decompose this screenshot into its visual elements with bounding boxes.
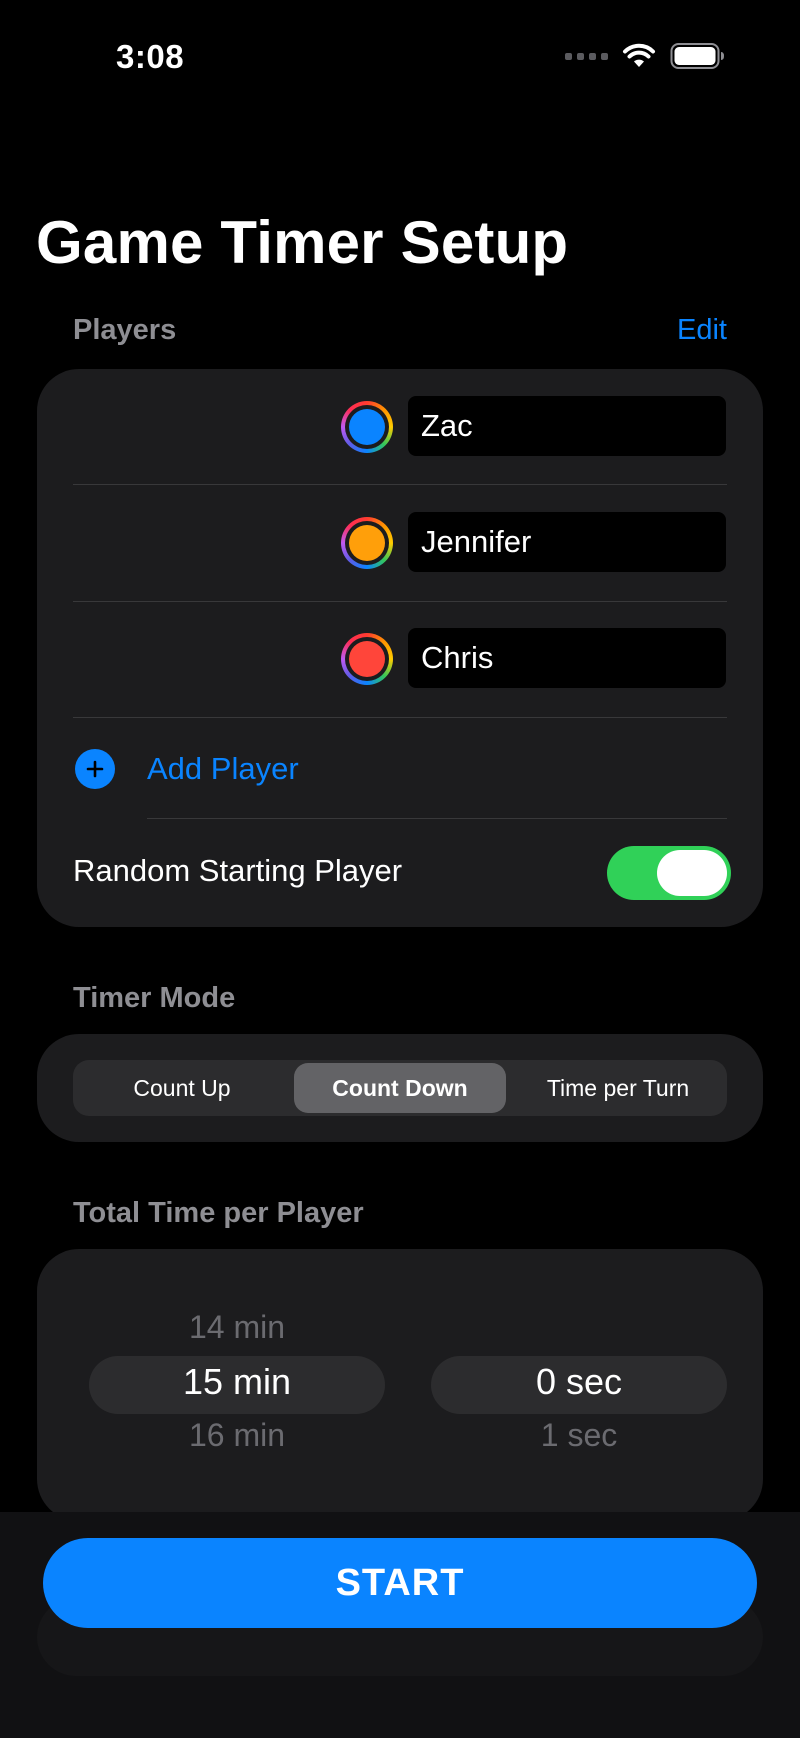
total-time-section-header: Total Time per Player	[73, 1197, 364, 1229]
player-color-dot	[349, 641, 385, 677]
timer-mode-card: Count Up Count Down Time per Turn	[37, 1034, 763, 1142]
player-name-field[interactable]	[408, 512, 726, 572]
signal-dots-icon	[565, 52, 608, 60]
picker-item[interactable]: 14 min	[89, 1309, 385, 1346]
timer-mode-segmented-control: Count Up Count Down Time per Turn	[73, 1060, 727, 1116]
total-time-card: 14 min 15 min 16 min 0 sec 1 sec	[37, 1249, 763, 1521]
players-section-header: Players	[73, 314, 177, 346]
segment-time-per-turn[interactable]: Time per Turn	[512, 1063, 724, 1113]
segment-count-down[interactable]: Count Down	[294, 1063, 506, 1113]
minutes-picker[interactable]: 14 min 15 min 16 min	[89, 1249, 385, 1509]
player-row	[37, 369, 763, 485]
timer-mode-section-header: Timer Mode	[73, 982, 236, 1014]
page-title: Game Timer Setup	[36, 209, 569, 276]
picker-item[interactable]: 16 min	[89, 1417, 385, 1454]
add-player-label: Add Player	[147, 751, 299, 786]
seconds-picker[interactable]: 0 sec 1 sec	[431, 1249, 727, 1509]
picker-selected-item[interactable]: 0 sec	[431, 1361, 727, 1403]
player-row	[37, 601, 763, 717]
plus-circle-icon	[75, 749, 115, 789]
player-color-dot	[349, 409, 385, 445]
player-color-dot	[349, 525, 385, 561]
divider	[73, 717, 727, 718]
status-icons	[565, 42, 726, 70]
edit-button[interactable]: Edit	[677, 314, 727, 347]
player-row	[37, 485, 763, 601]
player-color-picker[interactable]	[341, 517, 393, 569]
player-color-picker[interactable]	[341, 633, 393, 685]
random-start-label: Random Starting Player	[73, 853, 403, 888]
player-name-field[interactable]	[408, 628, 726, 688]
bottom-bar: START	[0, 1512, 800, 1738]
player-name-field[interactable]	[408, 396, 726, 456]
segment-count-up[interactable]: Count Up	[76, 1063, 288, 1113]
random-start-toggle[interactable]	[607, 846, 731, 900]
add-player-button[interactable]: Add Player	[37, 719, 763, 819]
toggle-knob	[657, 850, 727, 896]
battery-icon	[670, 43, 724, 69]
status-bar: 3:08	[0, 0, 800, 120]
status-time: 3:08	[116, 38, 185, 75]
random-start-row: Random Starting Player	[37, 819, 763, 919]
players-card: Add Player Random Starting Player	[37, 369, 763, 927]
picker-item[interactable]: 1 sec	[431, 1417, 727, 1454]
wifi-icon	[623, 43, 655, 67]
player-color-picker[interactable]	[341, 401, 393, 453]
picker-selected-item[interactable]: 15 min	[89, 1361, 385, 1403]
start-button[interactable]: START	[43, 1538, 757, 1628]
